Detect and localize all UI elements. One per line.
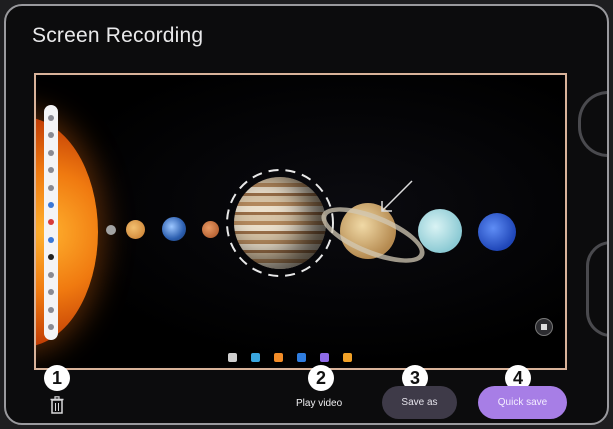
save-as-button[interactable]: Save as bbox=[382, 386, 457, 419]
toolbar-tool[interactable] bbox=[48, 167, 54, 174]
preview-canvas bbox=[36, 77, 563, 366]
play-video-button[interactable]: Play video bbox=[296, 398, 342, 409]
taskbar-app-icon bbox=[251, 353, 260, 362]
toolbar-tool[interactable] bbox=[48, 324, 54, 331]
toolbar-tool[interactable] bbox=[48, 306, 54, 313]
side-handle bbox=[586, 241, 607, 337]
earth-image bbox=[162, 217, 186, 241]
mars-image bbox=[202, 221, 219, 238]
toolbar-tool[interactable] bbox=[48, 184, 54, 191]
fullscreen-icon[interactable] bbox=[535, 318, 553, 336]
neptune-image bbox=[478, 213, 516, 251]
taskbar-app-icon bbox=[297, 353, 306, 362]
uranus-image bbox=[418, 209, 462, 253]
window-title: Screen Recording bbox=[32, 24, 204, 47]
venus-image bbox=[126, 220, 145, 239]
callout-1: 1 bbox=[44, 365, 70, 391]
taskbar-app-icon bbox=[228, 353, 237, 362]
annotation-arrow bbox=[381, 180, 413, 212]
jupiter-selection-ring bbox=[226, 169, 334, 277]
toolbar-color-red[interactable] bbox=[48, 219, 54, 226]
toolbar-tool[interactable] bbox=[48, 114, 54, 121]
recording-preview[interactable] bbox=[34, 73, 567, 370]
side-handle bbox=[578, 91, 607, 157]
toolbar-color-blue[interactable] bbox=[48, 201, 54, 208]
taskbar-app-icon bbox=[320, 353, 329, 362]
mercury-image bbox=[106, 225, 116, 235]
toolbar-color-blue[interactable] bbox=[48, 236, 54, 243]
preview-taskbar bbox=[228, 344, 352, 362]
screen-recording-window: Screen Recording 1 2 Play video 3 Save a… bbox=[4, 4, 609, 425]
quick-save-button[interactable]: Quick save bbox=[478, 386, 567, 419]
taskbar-app-icon bbox=[343, 353, 352, 362]
callout-2: 2 bbox=[308, 365, 334, 391]
taskbar-app-icon bbox=[274, 353, 283, 362]
toolbar-tool[interactable] bbox=[48, 271, 54, 278]
drawing-toolbar bbox=[44, 105, 58, 340]
toolbar-tool[interactable] bbox=[48, 132, 54, 139]
toolbar-color-black[interactable] bbox=[48, 254, 54, 261]
trash-icon[interactable] bbox=[50, 396, 64, 414]
toolbar-tool[interactable] bbox=[48, 289, 54, 296]
toolbar-tool[interactable] bbox=[48, 149, 54, 156]
